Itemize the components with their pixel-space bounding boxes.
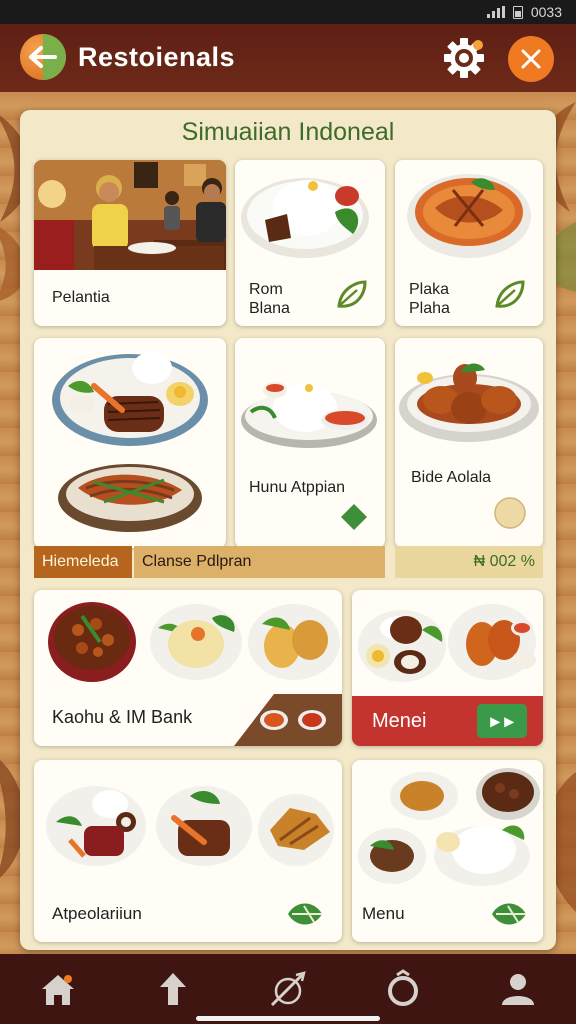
card-label: Kaohu & IM Bank (52, 707, 193, 727)
app-title: Restoienals (78, 42, 236, 72)
back-button[interactable] (20, 34, 66, 80)
buffet-photo (358, 768, 540, 886)
settings-button[interactable] (442, 36, 486, 80)
ring-icon (388, 969, 419, 1006)
leaf-icon[interactable] (284, 896, 326, 932)
category-name: Clanse Pdlpran (134, 546, 385, 578)
close-button[interactable] (508, 36, 554, 82)
nav-profile[interactable] (488, 959, 548, 1019)
card-label: Hunu Atppian (249, 479, 346, 496)
compass-icon (270, 971, 306, 1007)
nav-ring[interactable] (373, 959, 433, 1019)
battery-icon (512, 5, 523, 19)
set-menu-photo (358, 604, 536, 682)
panel-title: Simuaiian Indoneal (181, 118, 395, 146)
grilled-platter-photo (52, 352, 208, 532)
close-icon (521, 49, 541, 69)
nav-up[interactable] (143, 959, 203, 1019)
food-card-menu-red[interactable]: Menei ▸ ▸ (352, 590, 543, 746)
food-card-rom-blana[interactable]: Rom Blana (235, 160, 385, 326)
home-icon (41, 975, 74, 1005)
bottom-navigation (0, 954, 576, 1024)
rice-sambal-photo (241, 382, 377, 448)
card-label: Pelantia (52, 289, 110, 306)
bread-roll-icon (494, 497, 526, 529)
card-label: Atpeolariiun (52, 904, 142, 923)
person-icon (502, 974, 535, 1005)
food-card-menu[interactable]: Menu (352, 760, 543, 942)
restaurant-photo (34, 160, 226, 270)
curry-bowl-photo (407, 174, 531, 258)
signal-icon (486, 6, 505, 18)
home-indicator[interactable] (196, 1016, 380, 1021)
menu-go-button[interactable]: ▸ ▸ (477, 704, 527, 738)
app-header: Restoienals (0, 24, 576, 92)
card-label: Plaka Plaha (409, 281, 450, 317)
food-card-pelantia[interactable]: Pelantia (34, 160, 226, 326)
chicken-dish-photo (399, 363, 539, 442)
plates-photo (46, 786, 334, 866)
card-label: Menu (362, 904, 405, 923)
price-tag: ₦ 002 % (395, 546, 543, 578)
back-arrow-icon (29, 46, 57, 68)
arrow-up-icon (159, 973, 186, 1005)
forward-arrows-icon: ▸ ▸ (490, 710, 514, 731)
food-card-kaohu-bank[interactable]: Kaohu & IM Bank (34, 590, 342, 746)
food-card-plaka-plaha[interactable]: Plaka Plaha (395, 160, 543, 326)
category-tag[interactable]: Hiemeleda (34, 546, 132, 578)
food-card-platter[interactable] (34, 338, 226, 548)
status-time: 0033 (530, 4, 562, 20)
menu-label: Menei (372, 709, 427, 732)
card-label: Rom Blana (249, 281, 290, 317)
food-card-atpeolariiun[interactable]: Atpeolariiun (34, 760, 342, 942)
nav-home[interactable] (28, 959, 88, 1019)
status-bar: 0033 (0, 0, 576, 24)
diamond-icon[interactable] (339, 502, 369, 532)
gear-icon (444, 38, 484, 78)
food-card-bide-aolala[interactable]: Bide Aolala (395, 338, 543, 548)
leaf-icon[interactable] (493, 278, 527, 312)
rice-plate-photo (241, 178, 369, 258)
card-label: Bide Aolala (411, 469, 492, 486)
nav-tools[interactable] (258, 959, 318, 1019)
food-card-hunu-atppian[interactable]: Hunu Atppian (235, 338, 385, 548)
leaf-icon[interactable] (335, 278, 369, 312)
menu-bar[interactable]: Menei ▸ ▸ (352, 696, 543, 746)
leaf-icon[interactable] (488, 896, 530, 932)
